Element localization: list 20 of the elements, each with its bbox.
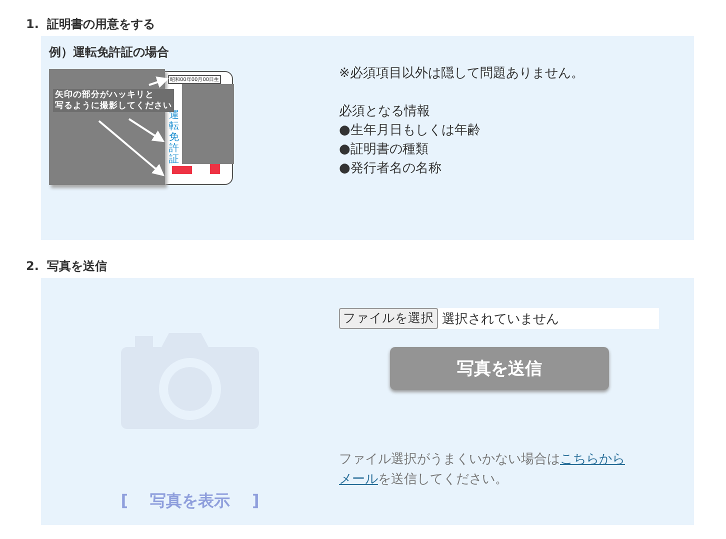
- section-number: 2.: [26, 259, 39, 273]
- example-title: 例）運転免許証の場合: [49, 44, 170, 61]
- required-item: 証明書の種類: [350, 141, 428, 159]
- section-title: 写真を送信: [46, 258, 107, 274]
- hint-text: ※必須項目以外は隠して問題ありません。: [339, 65, 584, 83]
- required-heading: 必須となる情報: [339, 103, 431, 121]
- required-item: 発行者名の名称: [350, 160, 442, 178]
- file-input[interactable]: ファイルを選択 選択されていません: [339, 308, 659, 329]
- bullet-icon: ●: [339, 140, 350, 159]
- bullet-icon: ●: [339, 121, 350, 140]
- send-photo-button[interactable]: 写真を送信: [390, 347, 609, 390]
- email-link[interactable]: こちらから: [560, 452, 625, 467]
- bullet-icon: ●: [339, 159, 350, 178]
- bracket: [: [120, 491, 128, 512]
- help-text: ファイル選択がうまくいかない場合はこちらから メールを送信してください。: [339, 451, 626, 489]
- email-link[interactable]: メール: [339, 472, 378, 487]
- required-item: 生年月日もしくは年齢: [350, 122, 480, 140]
- section-title: 証明書の用意をする: [46, 16, 155, 32]
- bracket: ]: [252, 491, 260, 512]
- section-number: 1.: [26, 17, 39, 31]
